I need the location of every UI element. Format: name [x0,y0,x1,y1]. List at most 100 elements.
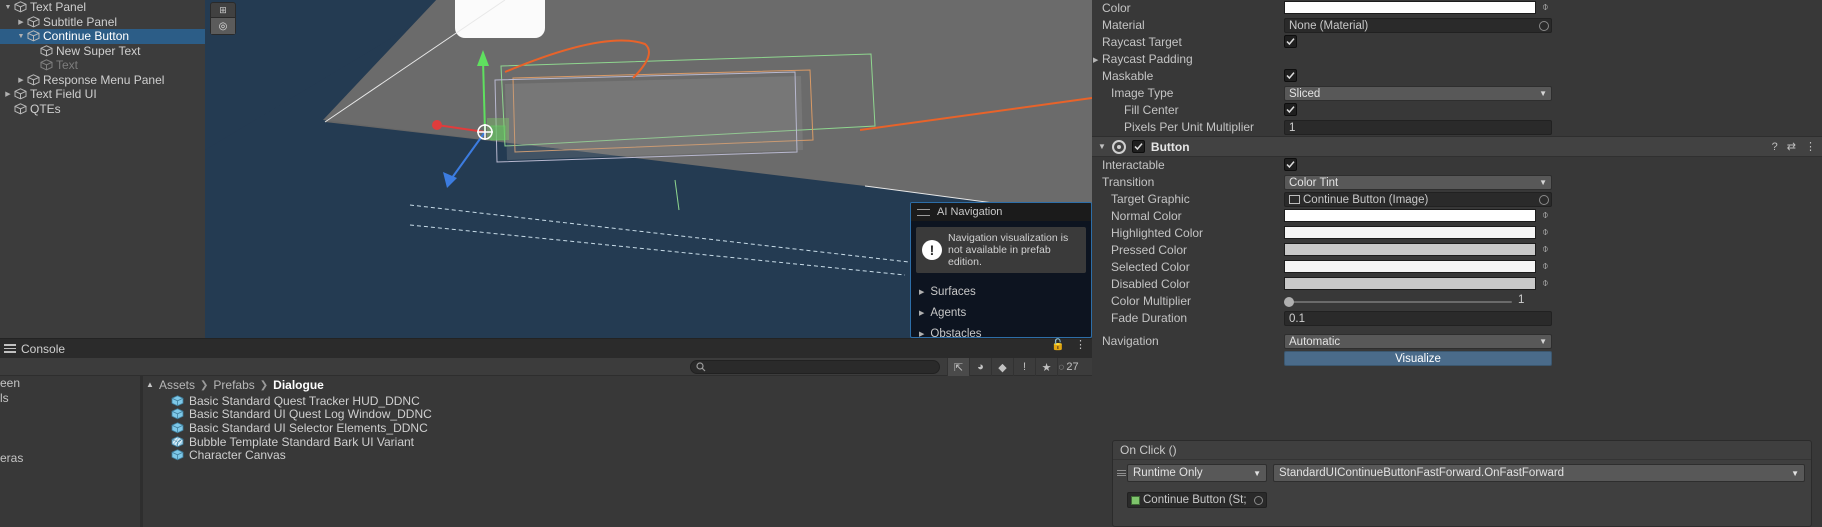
reorder-handle-icon[interactable] [1117,470,1126,476]
asset-row[interactable]: Basic Standard UI Quest Log Window_DDNC [143,407,1092,421]
project-folder-tree[interactable]: een ls eras [0,376,140,527]
chevron-down-icon[interactable]: ▼ [1539,178,1547,187]
breadcrumb-assets[interactable]: Assets [159,378,195,392]
on-click-object-field[interactable]: Continue Button (St; [1127,492,1267,508]
favorite-star-icon[interactable]: ★ [1035,358,1057,376]
chevron-down-icon[interactable]: ▼ [1539,89,1547,98]
ai-nav-section-surfaces[interactable]: ▶ Surfaces [911,281,1091,302]
lighting-icon[interactable]: ◕ [969,358,991,376]
project-tool-icons[interactable]: ⇱ ◕ ◆ ! ★ ◌ 27 [947,358,1079,376]
image-fill-center-checkbox[interactable] [1284,103,1297,116]
image-color-color-field[interactable]: ⌽ [1284,1,1549,14]
button-fade-duration-number-field[interactable]: 0.1 [1284,311,1552,326]
inspector-panel[interactable]: Color ⌽ Material None (Material) Raycast Tar… [1092,0,1822,527]
kebab-menu-icon[interactable]: ⋮ [1805,140,1816,153]
drag-handle-icon[interactable] [917,208,930,216]
search-input[interactable] [690,360,940,374]
chevron-right-icon[interactable]: ▶ [15,76,27,84]
hierarchy-item-qtes[interactable]: QTEs [0,102,205,117]
help-icon[interactable]: ? [1772,141,1778,153]
eyedropper-icon[interactable]: ⌽ [1542,209,1549,222]
kebab-menu-icon[interactable]: ⋮ [1075,338,1086,351]
chevron-down-icon[interactable]: ▼ [1539,337,1547,346]
hierarchy-item-subtitle-panel[interactable]: ▶ Subtitle Panel [0,15,205,30]
scene-overlay-camera-icon[interactable]: ◎ [211,18,235,34]
eyedropper-icon[interactable]: ⌽ [1542,226,1549,239]
console-tab-label[interactable]: Console [21,342,65,356]
button-component-header[interactable]: ▼ Button ? ⇄ ⋮ [1092,136,1822,157]
button-visualize-button[interactable]: Visualize [1284,351,1552,366]
image-image-type-dropdown[interactable]: Sliced ▼ [1284,86,1552,101]
hierarchy-panel[interactable]: ▼ Text Panel ▶ Subtitle Panel ▼ Continue Butt… [0,0,205,338]
image-maskable-checkbox[interactable] [1284,69,1297,82]
ai-nav-section-obstacles[interactable]: ▶ Obstacles [911,323,1091,338]
project-panel[interactable]: ⇱ ◕ ◆ ! ★ ◌ 27 🔓 ⋮ een ls eras ▲ Assets ❯ [0,339,1092,527]
scene-overlay-toolbar[interactable]: ⊞ ◎ [210,2,236,35]
image-pixels-per-unit-multiplier-number-field[interactable]: 1 [1284,120,1552,135]
image-raycast-target-checkbox[interactable] [1284,35,1297,48]
open-external-icon[interactable]: ⇱ [947,358,969,376]
object-picker-icon[interactable] [1539,20,1549,31]
button-normal-color-color-field[interactable]: ⌽ [1284,209,1549,222]
chevron-down-icon[interactable]: ▼ [1791,469,1799,478]
chevron-down-icon[interactable]: ▼ [1098,142,1106,151]
hidden-count[interactable]: ◌ 27 [1057,358,1079,376]
eyedropper-icon[interactable]: ⌽ [1542,260,1549,273]
breadcrumb[interactable]: ▲ Assets ❯ Prefabs ❯ Dialogue [143,376,1092,394]
button-pressed-color-color-field[interactable]: ⌽ [1284,243,1549,256]
project-folder-item[interactable]: een [0,376,140,391]
ai-navigation-overlay[interactable]: AI Navigation ! Navigation visualization… [910,202,1092,338]
hierarchy-item-text-panel[interactable]: ▼ Text Panel [0,0,205,15]
breadcrumb-dialogue[interactable]: Dialogue [273,378,324,392]
button-interactable-checkbox[interactable] [1284,158,1297,171]
preset-icon[interactable]: ⇄ [1787,140,1796,153]
scroll-up-icon[interactable]: ▲ [146,380,154,389]
chevron-down-icon[interactable]: ▼ [2,4,14,11]
project-folder-item[interactable] [0,406,140,421]
chevron-right-icon[interactable]: ▶ [919,330,924,338]
button-transition-dropdown[interactable]: Color Tint ▼ [1284,175,1552,190]
button-target-graphic-object-field[interactable]: Continue Button (Image) [1284,192,1552,207]
color-swatch[interactable] [1284,243,1536,256]
color-swatch[interactable] [1284,277,1536,290]
color-swatch[interactable] [1284,260,1536,273]
chevron-down-icon[interactable]: ▼ [1253,469,1261,478]
button-component-properties[interactable]: Interactable Transition Color Tint ▼ Target … [1092,157,1822,367]
image-component-properties[interactable]: Color ⌽ Material None (Material) Raycast Tar… [1092,0,1822,136]
project-asset-list[interactable]: ▲ Assets ❯ Prefabs ❯ Dialogue Basic Stan… [143,376,1092,527]
project-toolbar[interactable]: ⇱ ◕ ◆ ! ★ ◌ 27 🔓 ⋮ [0,339,1092,376]
object-picker-icon[interactable] [1539,194,1549,205]
project-folder-item[interactable] [0,421,140,436]
button-navigation-dropdown[interactable]: Automatic ▼ [1284,334,1552,349]
on-click-mode-dropdown[interactable]: Runtime Only ▼ [1127,464,1267,482]
eyedropper-icon[interactable]: ⌽ [1542,277,1549,290]
project-folder-item[interactable]: eras [0,451,140,466]
object-picker-icon[interactable] [1254,495,1263,505]
ai-nav-section-agents[interactable]: ▶ Agents [911,302,1091,323]
button-highlighted-color-color-field[interactable]: ⌽ [1284,226,1549,239]
ai-navigation-header[interactable]: AI Navigation [911,203,1091,221]
eyedropper-icon[interactable]: ⌽ [1542,243,1549,256]
hierarchy-item-text[interactable]: Text [0,58,205,73]
scene-overlay-grid-icon[interactable]: ⊞ [211,3,235,18]
color-swatch[interactable] [1284,226,1536,239]
panel-lock-row[interactable]: 🔓 ⋮ [1051,338,1086,351]
asset-row[interactable]: Basic Standard Quest Tracker HUD_DDNC [143,394,1092,408]
color-swatch[interactable] [1284,209,1536,222]
asset-row[interactable]: Basic Standard UI Selector Elements_DDNC [143,421,1092,435]
asset-row[interactable]: Bubble Template Standard Bark UI Variant [143,435,1092,449]
color-swatch[interactable] [1284,1,1536,14]
visualize-label[interactable]: Visualize [1284,351,1552,366]
chevron-right-icon[interactable]: ▶ [1093,56,1098,64]
tag-icon[interactable]: ◆ [991,358,1013,376]
on-click-event-box[interactable]: On Click () Runtime Only ▼ StandardUIConti… [1112,440,1812,527]
hierarchy-item-text-field-ui[interactable]: ▶ Text Field UI [0,87,205,102]
console-tab-bar[interactable]: Console [0,338,1092,358]
project-folder-item[interactable] [0,436,140,451]
chevron-right-icon[interactable]: ▶ [919,309,924,317]
button-selected-color-color-field[interactable]: ⌽ [1284,260,1549,273]
on-click-function-dropdown[interactable]: StandardUIContinueButtonFastForward.OnFa… [1273,464,1805,482]
error-icon[interactable]: ! [1013,358,1035,376]
eyedropper-icon[interactable]: ⌽ [1542,1,1549,14]
chevron-right-icon[interactable]: ▶ [919,288,924,296]
